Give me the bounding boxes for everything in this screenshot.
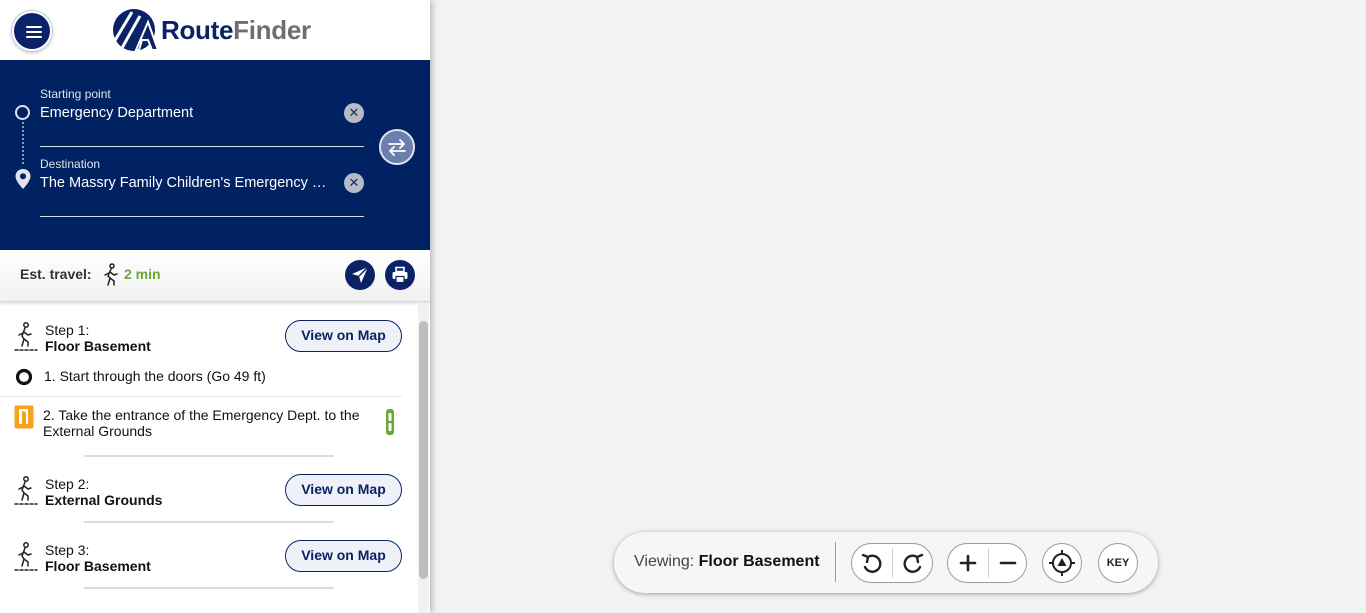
logo-mark-icon: [112, 9, 158, 51]
destination-label: Destination: [40, 157, 101, 171]
zoom-in-icon[interactable]: [948, 544, 988, 582]
step-divider: [84, 455, 334, 457]
view-on-map-button[interactable]: View on Map: [285, 540, 402, 572]
route-panel: RouteFinder Starting point Emergency Dep…: [0, 0, 430, 613]
recenter-location-icon[interactable]: [1042, 543, 1082, 583]
est-travel-time: 2 min: [124, 266, 161, 282]
undo-redo-group: [851, 543, 933, 583]
destination-field[interactable]: Destination The Massry Family Children's…: [40, 157, 364, 217]
instruction-text: 1. Start through the doors (Go 49 ft): [44, 368, 266, 384]
separator: [835, 542, 836, 582]
starting-point-input[interactable]: Emergency Department: [40, 105, 330, 121]
walking-person-icon: [104, 263, 118, 286]
step-divider: [84, 521, 334, 523]
clear-destination-icon[interactable]: ✕: [344, 173, 364, 193]
steps-list[interactable]: Step 1: Floor Basement View on Map 1. St…: [0, 303, 430, 613]
step-floor-name: External Grounds: [45, 492, 163, 508]
step-floor-name: Floor Basement: [45, 558, 151, 574]
est-travel-label: Est. travel:: [20, 266, 92, 282]
walking-person-icon: [14, 322, 38, 351]
step-3: Step 3: Floor Basement View on Map: [0, 540, 418, 588]
logo: RouteFinder: [112, 8, 311, 52]
travel-summary-bar: Est. travel: 2 min: [0, 250, 430, 302]
redo-icon[interactable]: [893, 544, 933, 582]
start-circle-icon: [15, 368, 33, 386]
search-panel: Starting point Emergency Department ✕ De…: [0, 60, 430, 250]
starting-point-field[interactable]: Starting point Emergency Department ✕: [40, 87, 364, 147]
undo-icon[interactable]: [852, 544, 892, 582]
map-canvas[interactable]: [430, 0, 1366, 613]
logo-text: RouteFinder: [161, 14, 311, 45]
starting-point-label: Starting point: [40, 87, 111, 101]
step-label: Step 1:: [45, 322, 90, 338]
viewing-floor-text: Viewing: Floor Basement: [634, 553, 820, 571]
scrollbar-thumb[interactable]: [419, 321, 428, 579]
step-label: Step 2:: [45, 476, 90, 492]
destination-input[interactable]: The Massry Family Children's Emergency C…: [40, 175, 330, 191]
zoom-out-icon[interactable]: [988, 544, 1028, 582]
instruction-item[interactable]: 2. Take the entrance of the Emergency De…: [0, 399, 402, 443]
viewing-floor-name: Floor Basement: [698, 553, 820, 570]
route-dotted-line: [22, 122, 24, 164]
step-label: Step 3:: [45, 542, 90, 558]
view-on-map-button[interactable]: View on Map: [285, 474, 402, 506]
swap-arrows-icon[interactable]: [379, 129, 415, 165]
instruction-item[interactable]: 1. Start through the doors (Go 49 ft): [0, 363, 402, 397]
instruction-text: 2. Take the entrance of the Emergency De…: [43, 407, 360, 439]
view-on-map-button[interactable]: View on Map: [285, 320, 402, 352]
connector-icon: [386, 409, 394, 435]
step-divider: [84, 587, 334, 589]
step-floor-name: Floor Basement: [45, 338, 151, 354]
viewing-label: Viewing:: [634, 553, 695, 570]
walking-person-icon: [14, 476, 38, 505]
send-icon[interactable]: [345, 260, 375, 290]
top-bar: RouteFinder: [0, 0, 430, 60]
zoom-group: [947, 543, 1027, 583]
print-icon[interactable]: [385, 260, 415, 290]
location-pin-icon: [15, 169, 31, 189]
clear-start-icon[interactable]: ✕: [344, 103, 364, 123]
walking-person-icon: [14, 542, 38, 571]
key-legend-button[interactable]: KEY: [1098, 543, 1138, 583]
step-2: Step 2: External Grounds View on Map: [0, 474, 418, 522]
map-controls-bar: Viewing: Floor Basement KEY: [614, 532, 1158, 593]
door-exit-icon: [14, 405, 34, 429]
hamburger-menu-icon[interactable]: [12, 11, 52, 51]
step-1: Step 1: Floor Basement View on Map: [0, 320, 418, 368]
origin-circle-icon: [15, 105, 30, 120]
